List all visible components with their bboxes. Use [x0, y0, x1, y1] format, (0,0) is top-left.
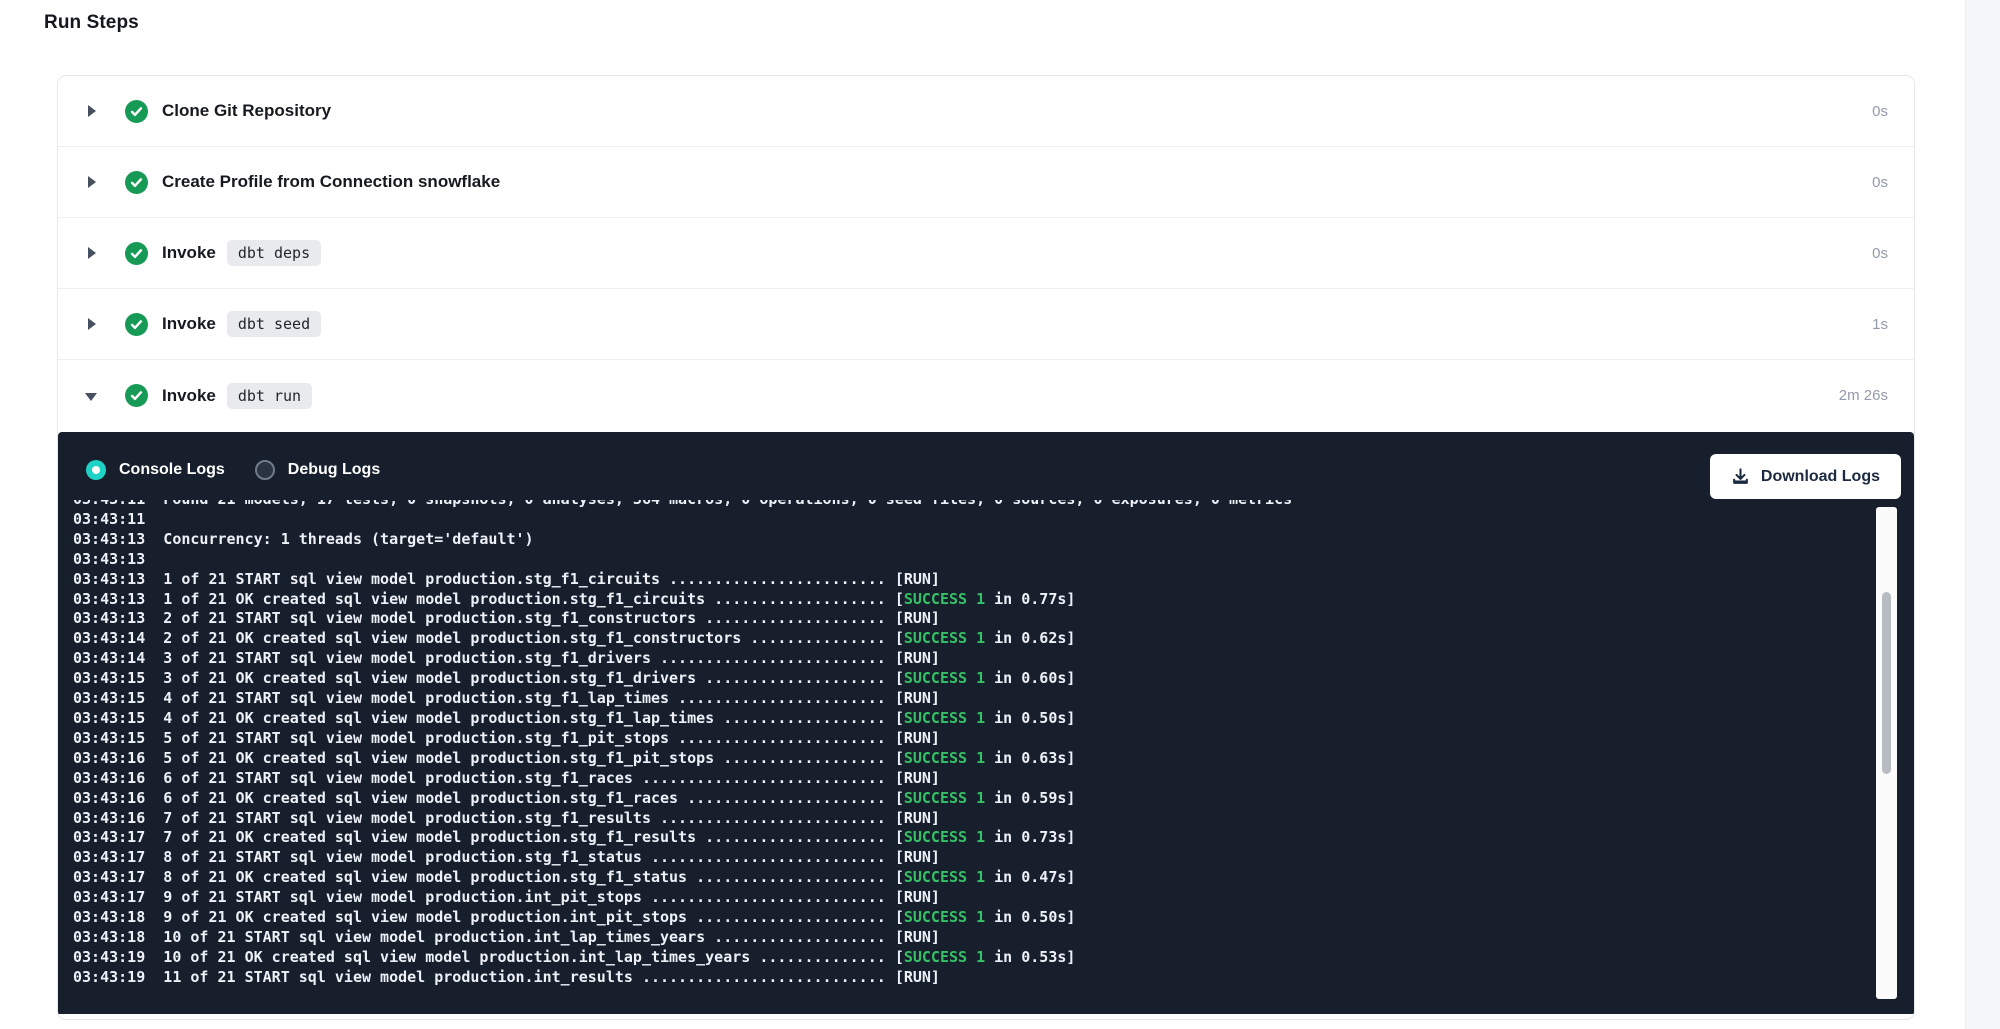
- log-line: 03:43:17 8 of 21 OK created sql view mod…: [73, 868, 1869, 888]
- run-step-row[interactable]: Create Profile from Connection snowflake…: [58, 147, 1914, 218]
- log-line: 03:43:16 7 of 21 START sql view model pr…: [73, 809, 1869, 829]
- tab-debug-logs[interactable]: Debug Logs: [255, 460, 380, 480]
- log-line: 03:43:11: [73, 510, 1869, 530]
- step-duration: 0s: [1872, 245, 1888, 262]
- step-title: Invoke: [162, 314, 216, 334]
- step-command-badge: dbt deps: [227, 240, 321, 266]
- success-check-icon: [125, 100, 148, 123]
- step-duration: 1s: [1872, 316, 1888, 333]
- radio-unselected-icon[interactable]: [255, 460, 275, 480]
- console-scrollbar-track[interactable]: [1876, 507, 1897, 999]
- step-title: Invoke: [162, 386, 216, 406]
- caret-icon[interactable]: [85, 104, 99, 118]
- log-line: 03:43:15 4 of 21 OK created sql view mod…: [73, 709, 1869, 729]
- caret-icon[interactable]: [85, 175, 99, 189]
- log-line: 03:43:15 4 of 21 START sql view model pr…: [73, 689, 1869, 709]
- tab-console-logs-label: Console Logs: [119, 461, 225, 479]
- step-duration: 2m 26s: [1839, 387, 1888, 404]
- log-line: 03:43:16 6 of 21 START sql view model pr…: [73, 769, 1869, 789]
- log-line: 03:43:18 9 of 21 OK created sql view mod…: [73, 908, 1869, 928]
- success-check-icon: [125, 242, 148, 265]
- caret-icon[interactable]: [85, 389, 99, 403]
- log-line: 03:43:13 Concurrency: 1 threads (target=…: [73, 530, 1869, 550]
- log-line: 03:43:13: [73, 550, 1869, 570]
- download-logs-button[interactable]: Download Logs: [1710, 454, 1901, 499]
- console-log-output[interactable]: 03:43:11 Found 21 models, 17 tests, 0 sn…: [73, 500, 1869, 1006]
- step-title: Clone Git Repository: [162, 101, 331, 121]
- log-line: 03:43:17 9 of 21 START sql view model pr…: [73, 888, 1869, 908]
- log-line: 03:43:13 2 of 21 START sql view model pr…: [73, 609, 1869, 629]
- step-duration: 0s: [1872, 103, 1888, 120]
- log-line: 03:43:15 3 of 21 OK created sql view mod…: [73, 669, 1869, 689]
- tab-debug-logs-label: Debug Logs: [288, 461, 380, 479]
- caret-icon[interactable]: [85, 317, 99, 331]
- download-logs-label: Download Logs: [1761, 468, 1880, 486]
- tab-console-logs[interactable]: Console Logs: [86, 460, 225, 480]
- step-command-badge: dbt seed: [227, 311, 321, 337]
- run-step-row[interactable]: Invoke dbt deps 0s: [58, 218, 1914, 289]
- run-step-row[interactable]: Clone Git Repository 0s: [58, 76, 1914, 147]
- success-check-icon: [125, 171, 148, 194]
- run-step-row[interactable]: Invoke dbt seed 1s: [58, 289, 1914, 360]
- log-line: 03:43:17 7 of 21 OK created sql view mod…: [73, 828, 1869, 848]
- log-line: 03:43:18 10 of 21 START sql view model p…: [73, 928, 1869, 948]
- log-line: 03:43:16 6 of 21 OK created sql view mod…: [73, 789, 1869, 809]
- steps-list: Clone Git Repository 0s Create Profile f…: [58, 76, 1914, 431]
- page-title: Run Steps: [44, 12, 139, 34]
- download-icon: [1731, 467, 1750, 486]
- log-line: 03:43:15 5 of 21 START sql view model pr…: [73, 729, 1869, 749]
- step-title: Create Profile from Connection snowflake: [162, 172, 500, 192]
- caret-icon[interactable]: [85, 246, 99, 260]
- log-line: 03:43:19 10 of 21 OK created sql view mo…: [73, 948, 1869, 968]
- console-header: Console Logs Debug Logs Download Logs: [58, 432, 1914, 507]
- log-line: 03:43:14 3 of 21 START sql view model pr…: [73, 649, 1869, 669]
- success-check-icon: [125, 384, 148, 407]
- radio-selected-icon[interactable]: [86, 460, 106, 480]
- log-line: 03:43:13 1 of 21 OK created sql view mod…: [73, 590, 1869, 610]
- run-steps-card: Clone Git Repository 0s Create Profile f…: [57, 75, 1915, 1020]
- console-scrollbar-thumb[interactable]: [1882, 592, 1891, 774]
- success-check-icon: [125, 313, 148, 336]
- log-line: 03:43:11 Found 21 models, 17 tests, 0 sn…: [73, 500, 1869, 510]
- log-line: 03:43:19 11 of 21 START sql view model p…: [73, 968, 1869, 988]
- page-right-gutter: [1965, 0, 2000, 1029]
- step-command-badge: dbt run: [227, 383, 312, 409]
- log-line: 03:43:17 8 of 21 START sql view model pr…: [73, 848, 1869, 868]
- step-title: Invoke: [162, 243, 216, 263]
- console-panel: Console Logs Debug Logs Download Logs 03…: [58, 432, 1914, 1014]
- run-step-row[interactable]: Invoke dbt run 2m 26s: [58, 360, 1914, 431]
- log-line: 03:43:14 2 of 21 OK created sql view mod…: [73, 629, 1869, 649]
- log-line: 03:43:13 1 of 21 START sql view model pr…: [73, 570, 1869, 590]
- step-duration: 0s: [1872, 174, 1888, 191]
- log-line: 03:43:16 5 of 21 OK created sql view mod…: [73, 749, 1869, 769]
